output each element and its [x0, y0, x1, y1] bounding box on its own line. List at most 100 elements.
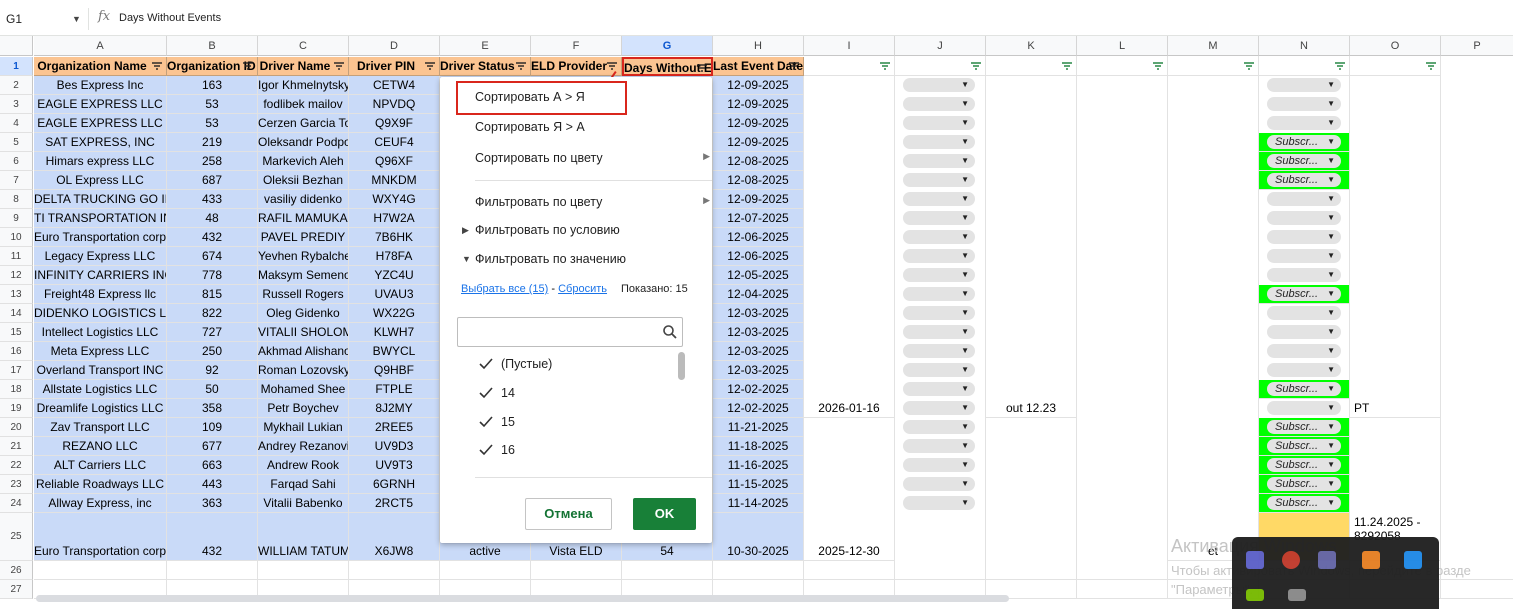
- data-cell[interactable]: Q9X9F: [349, 114, 440, 133]
- data-cell[interactable]: 2REE5: [349, 418, 440, 437]
- header-cell-m[interactable]: [1168, 57, 1259, 76]
- data-cell[interactable]: X6JW8: [349, 513, 440, 561]
- data-cell[interactable]: CEUF4: [349, 133, 440, 152]
- dropdown-chip[interactable]: ▼: [903, 173, 975, 187]
- data-cell[interactable]: 687: [167, 171, 258, 190]
- status-chip[interactable]: Subscr... ▼: [1267, 173, 1341, 187]
- row-header[interactable]: 20: [0, 418, 33, 437]
- dropdown-chip[interactable]: ▼: [903, 211, 975, 225]
- row-header[interactable]: 18: [0, 380, 33, 399]
- data-cell[interactable]: 12-08-2025: [713, 152, 804, 171]
- data-cell[interactable]: Mykhail Lukian: [258, 418, 349, 437]
- row-header[interactable]: 7: [0, 171, 33, 190]
- select-all-link[interactable]: Выбрать все (15): [461, 283, 548, 295]
- row-header[interactable]: 9: [0, 209, 33, 228]
- data-cell[interactable]: Mohamed Shee: [258, 380, 349, 399]
- data-cell[interactable]: 53: [167, 114, 258, 133]
- dropdown-chip[interactable]: ▼: [903, 268, 975, 282]
- audio-icon[interactable]: [1362, 551, 1380, 569]
- app-icon[interactable]: [1282, 551, 1300, 569]
- data-cell[interactable]: Oleg Gidenko: [258, 304, 349, 323]
- value-item[interactable]: 15: [457, 411, 657, 435]
- expand-right-icon[interactable]: ▶: [462, 225, 469, 236]
- status-chip[interactable]: ▼: [1267, 363, 1341, 377]
- horizontal-scrollbar[interactable]: [36, 595, 1009, 602]
- data-cell[interactable]: 109: [167, 418, 258, 437]
- row-header[interactable]: 15: [0, 323, 33, 342]
- data-cell[interactable]: 250: [167, 342, 258, 361]
- data-cell[interactable]: PT: [1350, 399, 1441, 418]
- data-cell[interactable]: Meta Express LLC: [34, 342, 167, 361]
- data-cell[interactable]: NPVDQ: [349, 95, 440, 114]
- data-cell[interactable]: 11-16-2025: [713, 456, 804, 475]
- data-cell[interactable]: Petr Boychev: [258, 399, 349, 418]
- formula-input[interactable]: Days Without Events: [119, 12, 221, 24]
- filter-icon[interactable]: [970, 61, 982, 71]
- data-cell[interactable]: Overland Transport INC: [34, 361, 167, 380]
- status-chip[interactable]: ▼: [1267, 306, 1341, 320]
- data-cell[interactable]: OL Express LLC: [34, 171, 167, 190]
- row-header[interactable]: 21: [0, 437, 33, 456]
- status-chip[interactable]: Subscr... ▼: [1267, 135, 1341, 149]
- chevron-down-icon[interactable]: ▼: [72, 8, 81, 30]
- row-header[interactable]: 17: [0, 361, 33, 380]
- status-chip[interactable]: ▼: [1267, 192, 1341, 206]
- row-header[interactable]: 12: [0, 266, 33, 285]
- teams-icon[interactable]: [1246, 551, 1264, 569]
- data-cell[interactable]: 163: [167, 76, 258, 95]
- ok-button[interactable]: OK: [633, 498, 696, 530]
- header-cell-k[interactable]: [986, 57, 1077, 76]
- empty-cell[interactable]: [1077, 561, 1168, 580]
- header-cell-i[interactable]: [804, 57, 895, 76]
- row-header[interactable]: 16: [0, 342, 33, 361]
- data-cell[interactable]: Intellect Logistics LLC: [34, 323, 167, 342]
- data-cell[interactable]: 815: [167, 285, 258, 304]
- data-cell[interactable]: INFINITY CARRIERS INC: [34, 266, 167, 285]
- data-cell[interactable]: WX22G: [349, 304, 440, 323]
- row-header[interactable]: 10: [0, 228, 33, 247]
- data-cell[interactable]: Akhmad Alishanov: [258, 342, 349, 361]
- data-cell[interactable]: 11-21-2025: [713, 418, 804, 437]
- cancel-button[interactable]: Отмена: [525, 498, 612, 530]
- data-cell[interactable]: 6GRNH: [349, 475, 440, 494]
- defender-warning-icon[interactable]: [1404, 551, 1422, 569]
- header-cell-c[interactable]: Driver Name: [258, 57, 349, 76]
- column-header-g[interactable]: G: [622, 36, 713, 56]
- data-cell[interactable]: 11-14-2025: [713, 494, 804, 513]
- data-cell[interactable]: 677: [167, 437, 258, 456]
- data-cell[interactable]: VITALII SHOLOMIY: [258, 323, 349, 342]
- header-cell-d[interactable]: Driver PIN: [349, 57, 440, 76]
- data-cell[interactable]: Roman Lozovskyi: [258, 361, 349, 380]
- data-cell[interactable]: 674: [167, 247, 258, 266]
- data-cell[interactable]: 10-30-2025: [713, 513, 804, 561]
- dropdown-chip[interactable]: ▼: [903, 344, 975, 358]
- data-cell[interactable]: REZANO LLC: [34, 437, 167, 456]
- data-cell[interactable]: MNKDM: [349, 171, 440, 190]
- data-cell[interactable]: SAT EXPRESS, INC: [34, 133, 167, 152]
- status-chip[interactable]: ▼: [1267, 249, 1341, 263]
- data-cell[interactable]: Oleksandr Podporin: [258, 133, 349, 152]
- data-cell[interactable]: Allstate Logistics LLC: [34, 380, 167, 399]
- check-icon[interactable]: [479, 387, 493, 402]
- data-cell[interactable]: 12-02-2025: [713, 380, 804, 399]
- data-cell[interactable]: Zav Transport LLC: [34, 418, 167, 437]
- column-header-n[interactable]: N: [1259, 36, 1350, 56]
- value-item[interactable]: 14: [457, 382, 657, 406]
- column-header-f[interactable]: F: [531, 36, 622, 56]
- value-item[interactable]: (Пустые): [457, 353, 657, 377]
- status-chip[interactable]: Subscr... ▼: [1267, 439, 1341, 453]
- data-cell[interactable]: 12-07-2025: [713, 209, 804, 228]
- dropdown-chip[interactable]: ▼: [903, 420, 975, 434]
- data-cell[interactable]: 2025-12-30: [804, 513, 895, 561]
- data-cell[interactable]: WILLIAM TATUM: [258, 513, 349, 561]
- status-chip[interactable]: Subscr... ▼: [1267, 458, 1341, 472]
- data-cell[interactable]: 12-04-2025: [713, 285, 804, 304]
- empty-cell[interactable]: [167, 561, 258, 580]
- data-cell[interactable]: Yevhen Rybalchenko: [258, 247, 349, 266]
- dropdown-chip[interactable]: ▼: [903, 458, 975, 472]
- data-cell[interactable]: 432: [167, 228, 258, 247]
- empty-cell[interactable]: [986, 561, 1077, 580]
- column-header-c[interactable]: C: [258, 36, 349, 56]
- column-header-d[interactable]: D: [349, 36, 440, 56]
- data-cell[interactable]: EAGLE EXPRESS LLC: [34, 114, 167, 133]
